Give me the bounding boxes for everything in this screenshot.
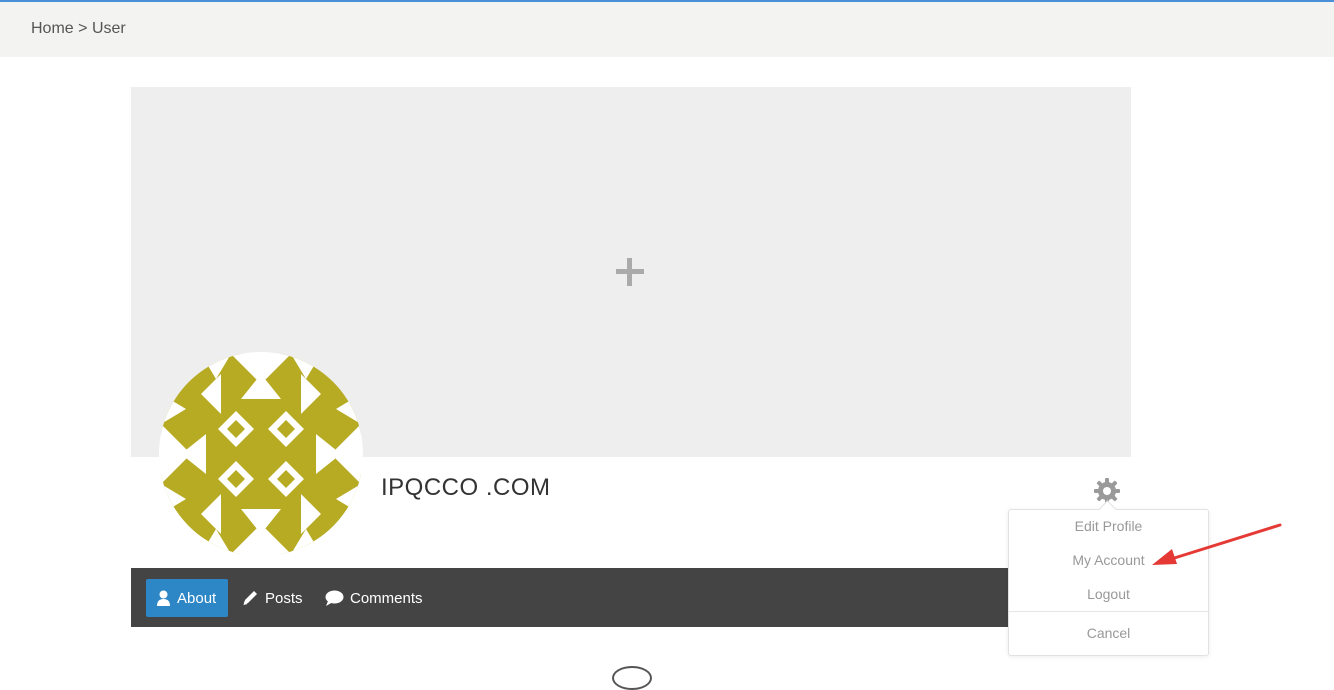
breadcrumb-home-link[interactable]: Home	[31, 20, 74, 37]
profile-name: IPQCCO .COM	[381, 474, 551, 501]
avatar[interactable]	[159, 352, 363, 556]
profile-tab-bar: About Posts Comments	[131, 568, 1131, 627]
tab-about[interactable]: About	[146, 579, 228, 617]
menu-divider	[1009, 611, 1208, 612]
tab-posts[interactable]: Posts	[242, 579, 303, 617]
tab-posts-label: Posts	[265, 589, 303, 607]
breadcrumb-separator: >	[78, 20, 88, 37]
pencil-icon	[243, 591, 257, 605]
user-icon	[157, 590, 170, 606]
tab-comments[interactable]: Comments	[325, 579, 423, 617]
avatar-pattern	[161, 354, 361, 554]
annotation-arrow	[1152, 523, 1282, 565]
menu-item-logout[interactable]: Logout	[1009, 586, 1208, 602]
breadcrumb-bar: Home > User	[0, 2, 1334, 57]
partial-circle-icon	[612, 666, 652, 690]
plus-icon[interactable]	[614, 256, 646, 288]
breadcrumb-current: User	[91, 20, 126, 37]
menu-item-cancel[interactable]: Cancel	[1009, 625, 1208, 641]
tab-comments-label: Comments	[350, 589, 423, 607]
comment-icon	[325, 590, 344, 606]
breadcrumb: Home > User	[31, 20, 126, 38]
tab-about-label: About	[177, 589, 217, 607]
